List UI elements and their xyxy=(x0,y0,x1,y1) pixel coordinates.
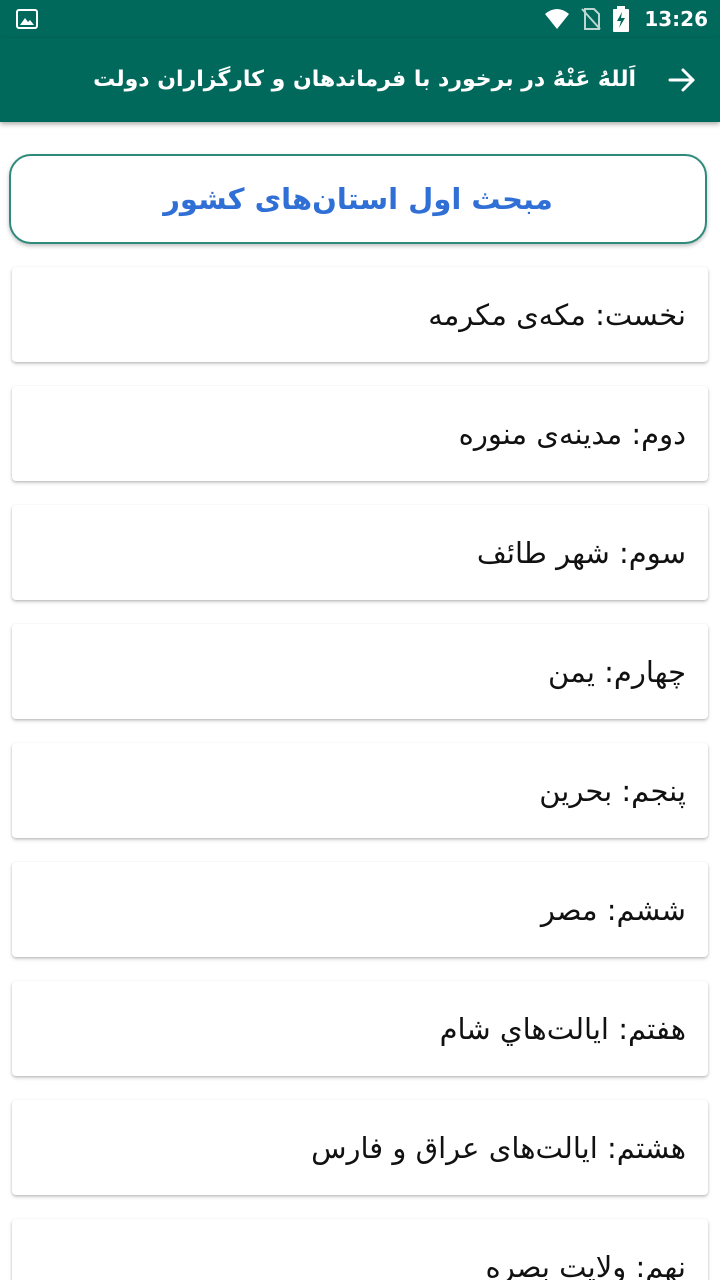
content-area[interactable]: مبحث اول استان‌های کشور نخست: مکه‌ی مکرم… xyxy=(0,122,720,1280)
list-item-label: چهارم: یمن xyxy=(548,654,686,689)
status-time: 13:26 xyxy=(644,7,708,31)
list-item[interactable]: نخست: مکه‌ی مکرمه xyxy=(12,267,708,362)
arrow-right-icon[interactable] xyxy=(666,64,698,96)
list-item-label: ششم: مصر xyxy=(540,892,686,927)
status-icons: 13:26 xyxy=(544,0,708,38)
list-item[interactable]: هفتم: ايالت‌هاي شام xyxy=(12,981,708,1076)
list-item[interactable]: هشتم: ایالت‌های عراق و فارس xyxy=(12,1100,708,1195)
list-item-label: هفتم: ايالت‌هاي شام xyxy=(439,1011,686,1046)
list-item[interactable]: نهم: ولایت بصره xyxy=(12,1219,708,1280)
battery-charging-icon xyxy=(613,6,630,32)
list-item-label: سوم: شهر طائف xyxy=(476,535,686,570)
app-title: اَللهُ عَنْهُ در برخورد با فرماندهان و ک… xyxy=(93,67,636,92)
section-header[interactable]: مبحث اول استان‌های کشور xyxy=(9,154,707,244)
list-item-label: نخست: مکه‌ی مکرمه xyxy=(428,297,686,332)
status-bar: 13:26 xyxy=(0,0,720,38)
list-item-label: نهم: ولایت بصره xyxy=(485,1249,686,1280)
list-item[interactable]: چهارم: یمن xyxy=(12,624,708,719)
no-sim-icon xyxy=(581,8,602,30)
app-bar: اَللهُ عَنْهُ در برخورد با فرماندهان و ک… xyxy=(0,38,720,122)
list-item-label: هشتم: ایالت‌های عراق و فارس xyxy=(311,1130,686,1165)
wifi-icon xyxy=(545,9,570,29)
list-item[interactable]: سوم: شهر طائف xyxy=(12,505,708,600)
gallery-icon xyxy=(16,9,38,29)
section-title: مبحث اول استان‌های کشور xyxy=(163,182,553,216)
list-item[interactable]: ششم: مصر xyxy=(12,862,708,957)
chapter-list: نخست: مکه‌ی مکرمه دوم: مدینه‌ی منوره سوم… xyxy=(12,267,708,1280)
list-item[interactable]: پنجم: بحرین xyxy=(12,743,708,838)
list-item-label: دوم: مدینه‌ی منوره xyxy=(458,416,686,451)
list-item-label: پنجم: بحرین xyxy=(539,773,686,808)
list-item[interactable]: دوم: مدینه‌ی منوره xyxy=(12,386,708,481)
